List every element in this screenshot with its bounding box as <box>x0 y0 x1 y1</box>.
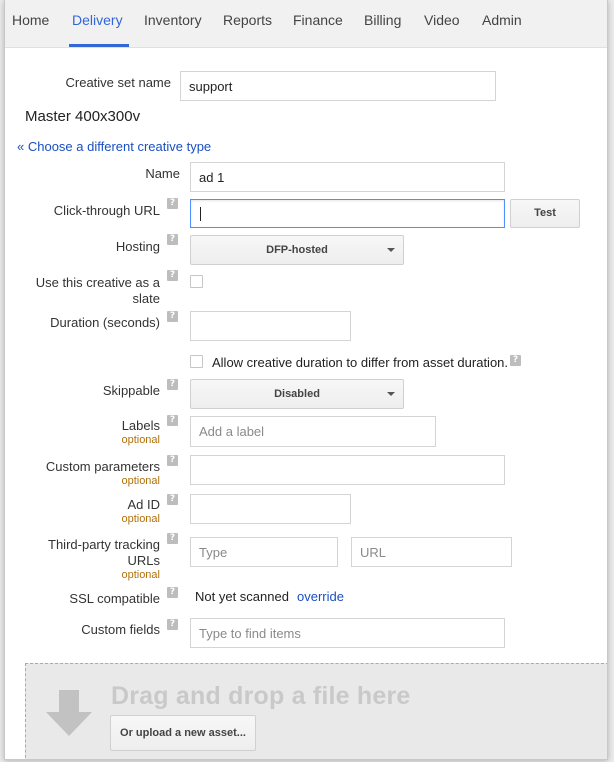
upload-asset-button[interactable]: Or upload a new asset... <box>110 715 256 751</box>
custom-parameters-label: Custom parameters optional <box>10 459 160 488</box>
labels-input[interactable] <box>190 416 436 447</box>
section-title: Master 400x300v <box>25 108 141 125</box>
ssl-status: Not yet scanned <box>195 589 289 604</box>
slate-label-line1: Use this creative as a <box>35 275 160 290</box>
name-label: Name <box>145 166 180 181</box>
help-icon[interactable]: ? <box>167 234 178 245</box>
optional-tag: optional <box>121 513 160 525</box>
tracking-url-input[interactable] <box>351 537 512 567</box>
download-arrow-icon <box>46 690 92 736</box>
top-nav: Home Delivery Inventory Reports Finance … <box>5 0 607 48</box>
ssl-override-link[interactable]: override <box>297 589 344 604</box>
help-icon[interactable]: ? <box>167 270 178 281</box>
custom-parameters-label-text: Custom parameters <box>45 459 160 474</box>
ad-id-label: Ad ID optional <box>10 497 160 526</box>
active-tab-indicator <box>69 44 129 47</box>
creative-set-name-input[interactable] <box>180 71 496 101</box>
ssl-compatible-label: SSL compatible <box>69 591 160 606</box>
help-icon[interactable]: ? <box>167 455 178 466</box>
help-icon[interactable]: ? <box>167 415 178 426</box>
custom-fields-input[interactable] <box>190 618 505 648</box>
labels-label-text: Labels <box>121 418 160 433</box>
tab-home[interactable]: Home <box>12 12 49 28</box>
skippable-value: Disabled <box>274 388 320 400</box>
skippable-label: Skippable <box>102 383 160 398</box>
tracking-urls-label: Third-party tracking URLs optional <box>10 537 160 582</box>
tracking-label-line2: URLs <box>127 553 160 568</box>
tab-billing[interactable]: Billing <box>364 12 401 28</box>
skippable-select[interactable]: Disabled <box>190 379 404 409</box>
name-input[interactable] <box>190 162 505 192</box>
optional-tag: optional <box>121 569 160 581</box>
hosting-label: Hosting <box>115 239 160 254</box>
hosting-value: DFP-hosted <box>266 244 328 256</box>
app-window: Home Delivery Inventory Reports Finance … <box>4 0 608 760</box>
optional-tag: optional <box>121 434 160 446</box>
dropzone-title: Drag and drop a file here <box>111 682 411 710</box>
help-icon[interactable]: ? <box>167 379 178 390</box>
tab-admin[interactable]: Admin <box>482 12 522 28</box>
tab-reports[interactable]: Reports <box>223 12 272 28</box>
custom-parameters-input[interactable] <box>190 455 505 485</box>
tab-finance[interactable]: Finance <box>293 12 343 28</box>
tracking-label-line1: Third-party tracking <box>48 537 160 552</box>
tab-inventory[interactable]: Inventory <box>144 12 202 28</box>
slate-checkbox[interactable] <box>190 275 203 288</box>
help-icon[interactable]: ? <box>167 494 178 505</box>
chevron-down-icon <box>387 392 395 396</box>
help-icon[interactable]: ? <box>510 355 521 366</box>
allow-duration-checkbox[interactable] <box>190 355 203 368</box>
tab-delivery[interactable]: Delivery <box>72 12 123 28</box>
duration-input[interactable] <box>190 311 351 341</box>
test-button[interactable]: Test <box>510 199 580 228</box>
help-icon[interactable]: ? <box>167 198 178 209</box>
slate-label-line2: slate <box>132 291 160 306</box>
allow-duration-label: Allow creative duration to differ from a… <box>212 355 509 370</box>
slate-label: Use this creative as a slate <box>10 275 160 307</box>
click-through-url-input[interactable] <box>190 199 505 228</box>
click-through-url-label: Click-through URL <box>53 203 160 218</box>
file-dropzone[interactable]: Drag and drop a file here Or upload a ne… <box>25 663 607 759</box>
creative-set-name-label: Creative set name <box>65 75 172 90</box>
help-icon[interactable]: ? <box>167 533 178 544</box>
help-icon[interactable]: ? <box>167 619 178 630</box>
choose-creative-type-link[interactable]: « Choose a different creative type <box>17 139 211 154</box>
tracking-type-input[interactable] <box>190 537 338 567</box>
custom-fields-label: Custom fields <box>81 622 160 637</box>
labels-label: Labels optional <box>10 418 160 447</box>
ad-id-input[interactable] <box>190 494 351 524</box>
duration-label: Duration (seconds) <box>50 315 160 330</box>
tab-video[interactable]: Video <box>424 12 460 28</box>
optional-tag: optional <box>121 475 160 487</box>
ad-id-label-text: Ad ID <box>127 497 160 512</box>
chevron-down-icon <box>387 248 395 252</box>
hosting-select[interactable]: DFP-hosted <box>190 235 404 265</box>
help-icon[interactable]: ? <box>167 587 178 598</box>
help-icon[interactable]: ? <box>167 311 178 322</box>
text-cursor <box>200 207 201 221</box>
